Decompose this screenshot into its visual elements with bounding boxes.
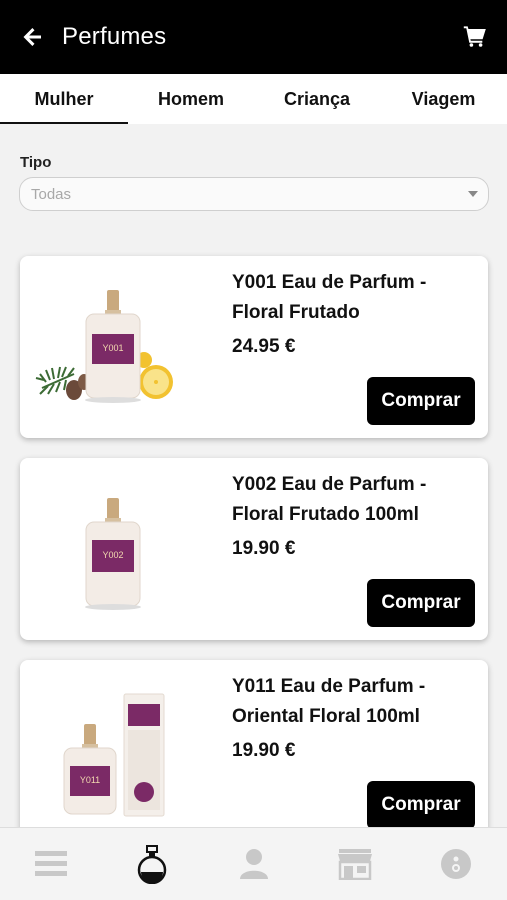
product-price: 19.90 €	[232, 740, 296, 761]
buy-button[interactable]: Comprar	[367, 579, 475, 627]
product-card[interactable]: Y011 Y011 Eau de Parfum - Oriental Flora…	[20, 660, 488, 842]
bottle-label: Y011	[80, 775, 100, 785]
nav-stores[interactable]	[304, 828, 405, 900]
chevron-down-icon	[468, 191, 478, 197]
select-value: Todas	[31, 185, 72, 203]
cart-button[interactable]	[463, 24, 489, 50]
menu-icon	[34, 851, 67, 876]
arrow-left-icon	[23, 28, 41, 46]
product-card[interactable]: Y002 Y002 Eau de Parfum - Floral Frutado…	[20, 458, 488, 640]
page-title: Perfumes	[62, 23, 167, 50]
user-icon	[239, 849, 268, 879]
cart-icon	[463, 26, 486, 47]
tab-label: Mulher	[34, 88, 94, 109]
buy-button[interactable]: Comprar	[367, 781, 475, 829]
nav-perfumes[interactable]	[101, 828, 202, 900]
app-header: Perfumes	[0, 0, 507, 74]
product-card[interactable]: Y001 Y001 Eau de Parfum - Floral Frutado…	[20, 256, 488, 438]
product-name: Y001 Eau de Parfum - Floral Frutado	[232, 272, 427, 323]
tab-viagem[interactable]: Viagem	[380, 74, 507, 124]
type-select[interactable]: Todas	[19, 177, 489, 211]
nav-account[interactable]	[203, 828, 304, 900]
category-tabs: Mulher Homem Criança Viagem	[0, 74, 507, 124]
product-name: Y002 Eau de Parfum - Floral Frutado 100m…	[232, 474, 427, 525]
tab-homem[interactable]: Homem	[128, 74, 254, 124]
tab-crianca[interactable]: Criança	[254, 74, 380, 124]
product-name: Y011 Eau de Parfum - Oriental Floral 100…	[232, 676, 426, 727]
product-price: 19.90 €	[232, 538, 296, 559]
buy-button[interactable]: Comprar	[367, 377, 475, 425]
bottom-nav	[0, 827, 507, 900]
bottle-label: Y001	[102, 343, 123, 353]
store-icon	[337, 849, 372, 880]
tab-label: Viagem	[411, 88, 476, 109]
product-image: Y001	[35, 290, 173, 403]
product-image: Y011	[63, 693, 165, 817]
filter-label: Tipo	[20, 154, 52, 171]
nav-info[interactable]	[406, 828, 507, 900]
bottle-label: Y002	[102, 550, 123, 560]
info-icon	[441, 849, 472, 879]
tab-label: Criança	[283, 88, 351, 109]
tab-label: Homem	[157, 88, 224, 109]
perfume-bottle-icon	[137, 845, 167, 884]
back-button[interactable]	[18, 22, 48, 52]
nav-menu[interactable]	[0, 828, 101, 900]
tab-mulher[interactable]: Mulher	[0, 74, 128, 124]
product-image: Y002	[85, 498, 141, 610]
product-price: 24.95 €	[232, 336, 296, 357]
